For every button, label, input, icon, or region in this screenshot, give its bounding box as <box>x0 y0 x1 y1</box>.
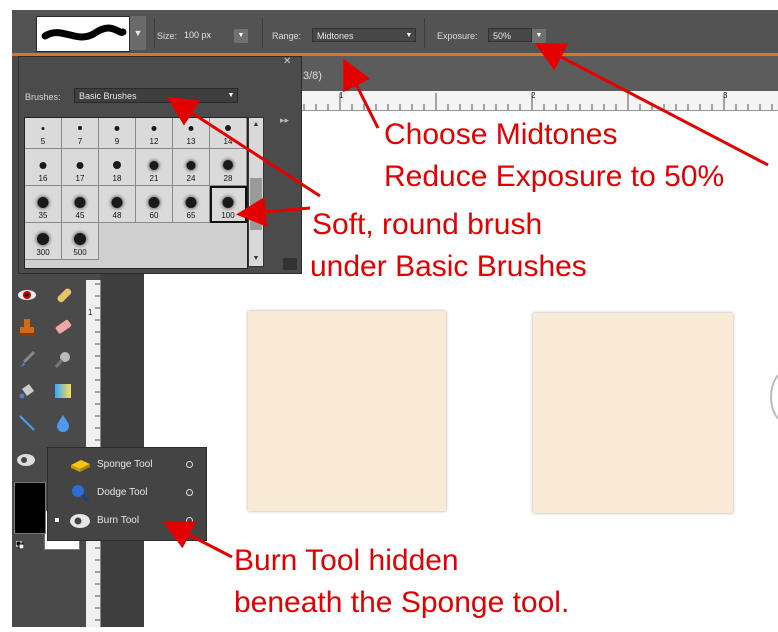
arrow-to-burn-tool <box>162 521 233 559</box>
arrow-to-range <box>343 58 380 129</box>
arrow-to-exposure <box>534 43 769 167</box>
arrow-to-brush-100 <box>236 196 311 227</box>
annotation-arrows <box>162 43 769 559</box>
arrow-to-brushes-select <box>166 96 321 198</box>
